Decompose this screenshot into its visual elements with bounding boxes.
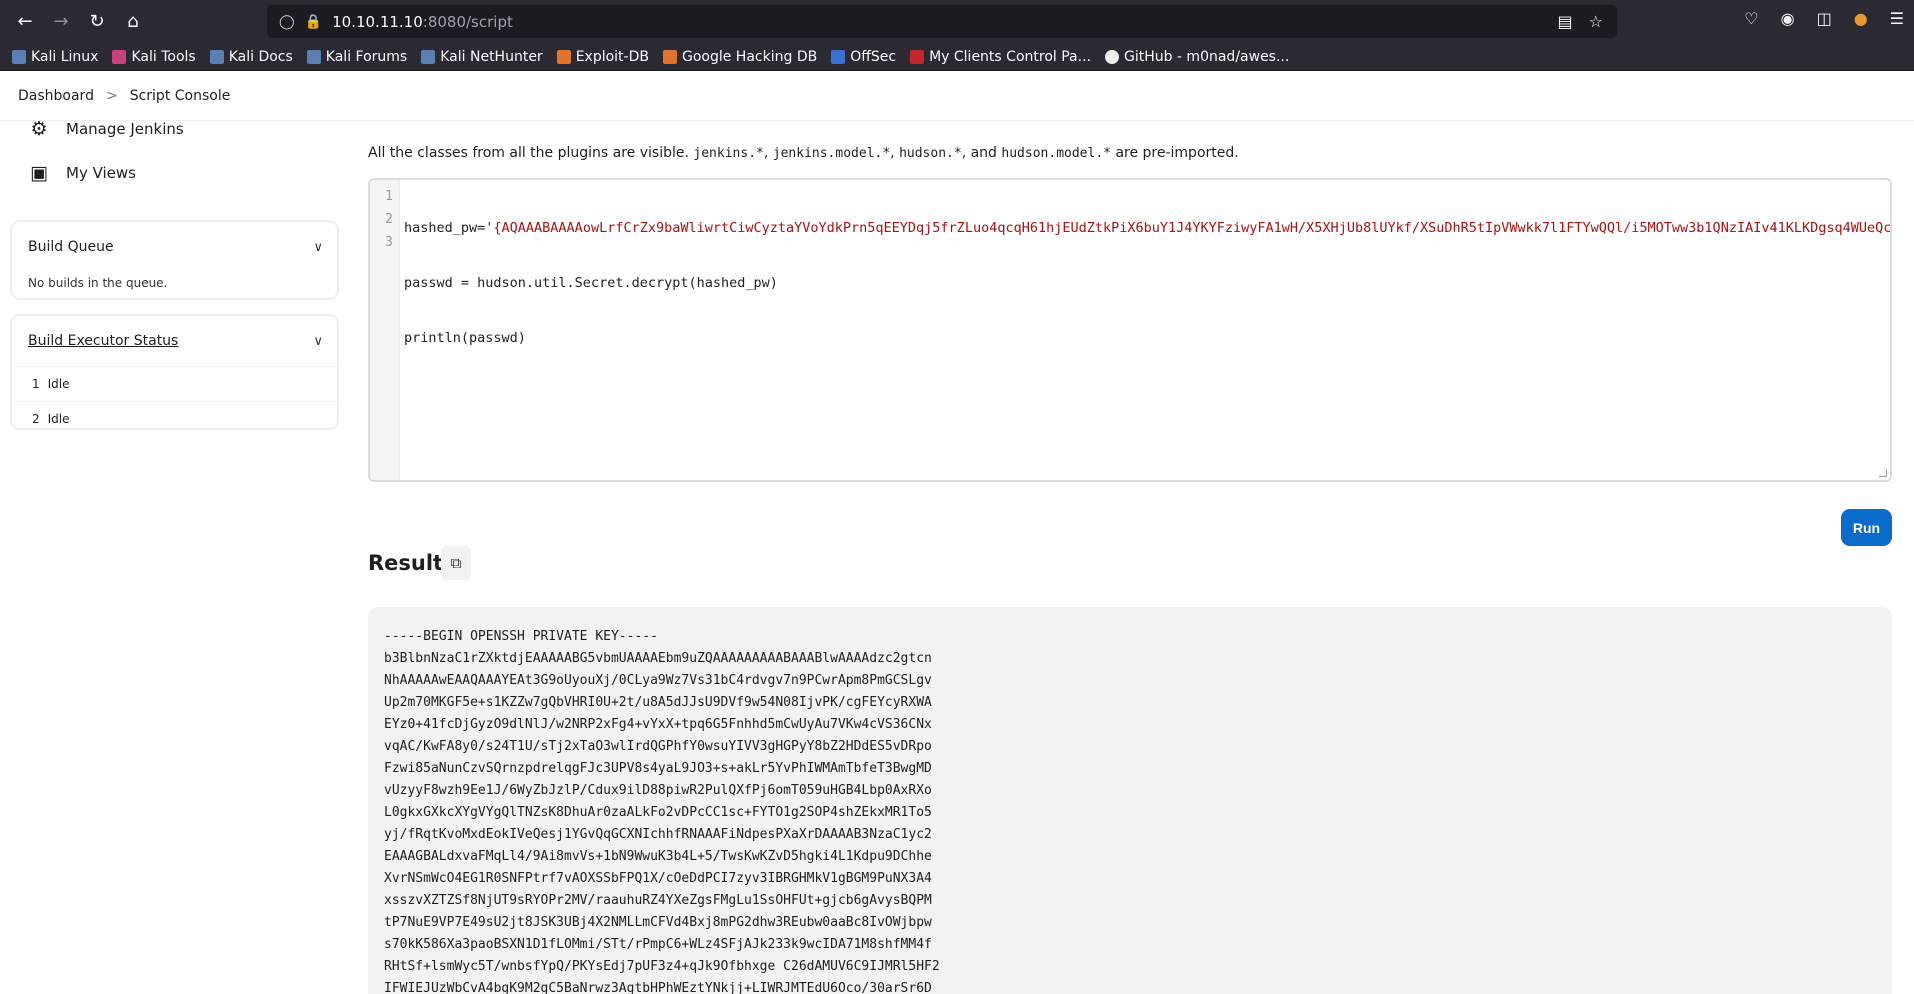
build-executor-panel: Build Executor Status ∨ 1 Idle 2 Idle xyxy=(10,314,339,430)
bookmarks-bar: Kali Linux Kali Tools Kali Docs Kali For… xyxy=(0,43,1914,71)
kali-dragon-icon xyxy=(209,49,224,64)
copy-icon[interactable]: ⧉ xyxy=(441,546,471,580)
window-icon: ▣ xyxy=(30,162,48,184)
executor-row: 2 Idle xyxy=(12,401,337,436)
url-host: 10.10.11.10 xyxy=(332,12,423,31)
pocket-icon[interactable]: ♡ xyxy=(1744,9,1758,28)
menu-icon[interactable]: ☰ xyxy=(1890,9,1904,28)
result-line: IFWIEJUzWbCvA4bgK9M2gC5BaNrwz3AgtbHPhWEz… xyxy=(384,981,932,994)
build-executor-title[interactable]: Build Executor Status xyxy=(28,333,178,349)
url-path: :8080/script xyxy=(422,12,513,31)
code-line: println(passwd) xyxy=(404,330,526,346)
run-button[interactable]: Run xyxy=(1841,509,1892,546)
gear-icon: ⚙ xyxy=(30,118,48,140)
script-editor[interactable]: 1 2 3 hashed_pw='{AQAAABAAAAowLrfCrZx9ba… xyxy=(368,178,1892,482)
build-executor-header: Build Executor Status ∨ xyxy=(12,316,337,366)
code-line: passwd = hudson.util.Secret.decrypt(hash… xyxy=(404,275,778,291)
home-icon[interactable]: ⌂ xyxy=(120,9,146,35)
code-area[interactable]: hashed_pw='{AQAAABAAAAowLrfCrZx9baWliwrt… xyxy=(404,185,1890,382)
result-line: xsszvXZTZSf8NjUT9sRYOPr2MV/raauhuRZ4YXeZ… xyxy=(384,893,932,908)
build-queue-header[interactable]: Build Queue ∨ xyxy=(12,222,337,272)
bookmark-item[interactable]: GitHub - m0nad/awes... xyxy=(1104,49,1289,65)
ghdb-icon xyxy=(662,49,677,64)
url-actions: ▤ ☆ xyxy=(1558,12,1603,31)
forward-icon[interactable]: → xyxy=(48,9,74,35)
chevron-down-icon[interactable]: ∨ xyxy=(313,240,323,255)
line-numbers: 1 2 3 xyxy=(370,180,400,480)
result-line: yj/fRqtKvoMxdEokIVeQesj1YGvQqGCXNIchhfRN… xyxy=(384,827,932,842)
reader-view-icon[interactable]: ▤ xyxy=(1558,12,1573,31)
resize-handle[interactable] xyxy=(1879,469,1887,477)
sidebar-item-my-views[interactable]: ▣ My Views xyxy=(28,162,136,184)
result-line: RHtSf+lsmWyc5T/wnbsfYpQ/PKYsEdj7pUF3z4+q… xyxy=(384,959,940,974)
breadcrumb-script-console[interactable]: Script Console xyxy=(130,88,231,104)
code-line: hashed_pw='{AQAAABAAAAowLrfCrZx9baWliwrt… xyxy=(404,220,1890,236)
breadcrumb-separator: > xyxy=(105,87,118,104)
kali-dragon-icon xyxy=(421,49,436,64)
breadcrumb-dashboard[interactable]: Dashboard xyxy=(18,88,94,104)
result-line: Up2m70MKGF5e+s1KZZw7gQbVHRI0U+2t/u8A5dJJ… xyxy=(384,695,932,710)
url-bar[interactable]: ◯ 🔒 10.10.11.10:8080/script ▤ ☆ xyxy=(267,5,1617,38)
extension-fox-icon[interactable]: ● xyxy=(1854,9,1868,28)
result-title: Result xyxy=(368,551,444,575)
result-line: L0gkxGXkcXYgVYgQlTNZsK8DhuAr0zaALkFo2vDP… xyxy=(384,805,932,820)
result-line: XvrNSmWcO4EG1R0SNFPtrf7vAOXSSbFPQ1X/cOeD… xyxy=(384,871,932,886)
bookmark-item[interactable]: My Clients Control Pa... xyxy=(910,49,1091,65)
result-text: -----BEGIN OPENSSH PRIVATE KEY----- b3Blb… xyxy=(384,626,1876,994)
result-line: EAAAGBALdxvaFMqLl4/9Ai8mvVs+1bN9WwuK3b4L… xyxy=(384,849,932,864)
result-output: -----BEGIN OPENSSH PRIVATE KEY----- b3Blb… xyxy=(368,607,1892,994)
bookmark-item[interactable]: Kali NetHunter xyxy=(421,49,543,65)
bookmark-item[interactable]: Kali Docs xyxy=(209,49,293,65)
build-queue-empty: No builds in the queue. xyxy=(28,276,168,290)
result-line: vUzyyF8wzh9Ee1J/6WyZbJzlP/Cdux9ilD88piwR… xyxy=(384,783,932,798)
kali-dragon-icon xyxy=(12,49,26,64)
script-console-description: All the classes from all the plugins are… xyxy=(368,145,1239,161)
executor-row: 1 Idle xyxy=(12,366,337,401)
result-line: -----BEGIN OPENSSH PRIVATE KEY----- xyxy=(384,629,658,644)
bookmark-item[interactable]: Kali Linux xyxy=(12,49,98,65)
result-line: vqAC/KwFA8y0/s24T1U/sTj2xTaO3wlIrdQGPhfY… xyxy=(384,739,932,754)
lock-icon[interactable]: 🔒 xyxy=(305,14,322,30)
extensions-icon[interactable]: ◫ xyxy=(1817,9,1832,28)
bookmark-item[interactable]: Kali Forums xyxy=(306,49,407,65)
result-line: tP7NuE9VP7E49sU2jt8JSK3UBj4X2NMLLmCFVd4B… xyxy=(384,915,932,930)
github-icon xyxy=(1104,49,1119,64)
client-panel-icon xyxy=(910,49,925,64)
result-line: NhAAAAAwEAAQAAAYEAt3G9oUyouXj/0CLya9Wz7V… xyxy=(384,673,932,688)
offsec-icon xyxy=(831,49,846,64)
result-line: Fzwi85aNunCzvSQrnzpdrelqgFJc3UPV8s4yaL9J… xyxy=(384,761,932,776)
kali-tools-icon xyxy=(112,49,127,64)
breadcrumb: Dashboard > Script Console xyxy=(0,71,1914,121)
build-queue-panel: Build Queue ∨ No builds in the queue. xyxy=(10,220,339,300)
shield-icon[interactable]: ◯ xyxy=(279,14,295,30)
sidebar-item-manage-jenkins[interactable]: ⚙ Manage Jenkins xyxy=(28,118,183,140)
account-icon[interactable]: ◉ xyxy=(1781,9,1795,28)
kali-dragon-icon xyxy=(306,49,321,64)
bookmark-item[interactable]: OffSec xyxy=(831,49,896,65)
back-icon[interactable]: ← xyxy=(12,9,38,35)
bookmark-star-icon[interactable]: ☆ xyxy=(1589,12,1603,31)
result-line: s70kK586Xa3paoBSXN1D1fLOMmi/STt/rPmpC6+W… xyxy=(384,937,932,952)
bookmark-item[interactable]: Kali Tools xyxy=(112,49,196,65)
nav-buttons: ← → ↻ ⌂ xyxy=(12,9,264,35)
exploit-db-icon xyxy=(556,49,571,64)
bookmark-item[interactable]: Google Hacking DB xyxy=(662,49,817,65)
bookmark-item[interactable]: Exploit-DB xyxy=(556,49,649,65)
chevron-down-icon[interactable]: ∨ xyxy=(313,334,323,349)
result-line: EYz0+41fcDjGyzO9dlNlJ/w2NRP2xFg4+vYxX+tp… xyxy=(384,717,932,732)
browser-toolbar: ← → ↻ ⌂ ◯ 🔒 10.10.11.10:8080/script ▤ ☆ … xyxy=(0,0,1914,43)
build-queue-title: Build Queue xyxy=(28,239,114,255)
reload-icon[interactable]: ↻ xyxy=(84,9,110,35)
result-line: b3BlbnNzaC1rZXktdjEAAAAABG5vbmUAAAAEbm9u… xyxy=(384,651,932,666)
toolbar-right: ♡ ◉ ◫ ● ☰ xyxy=(1744,9,1904,28)
